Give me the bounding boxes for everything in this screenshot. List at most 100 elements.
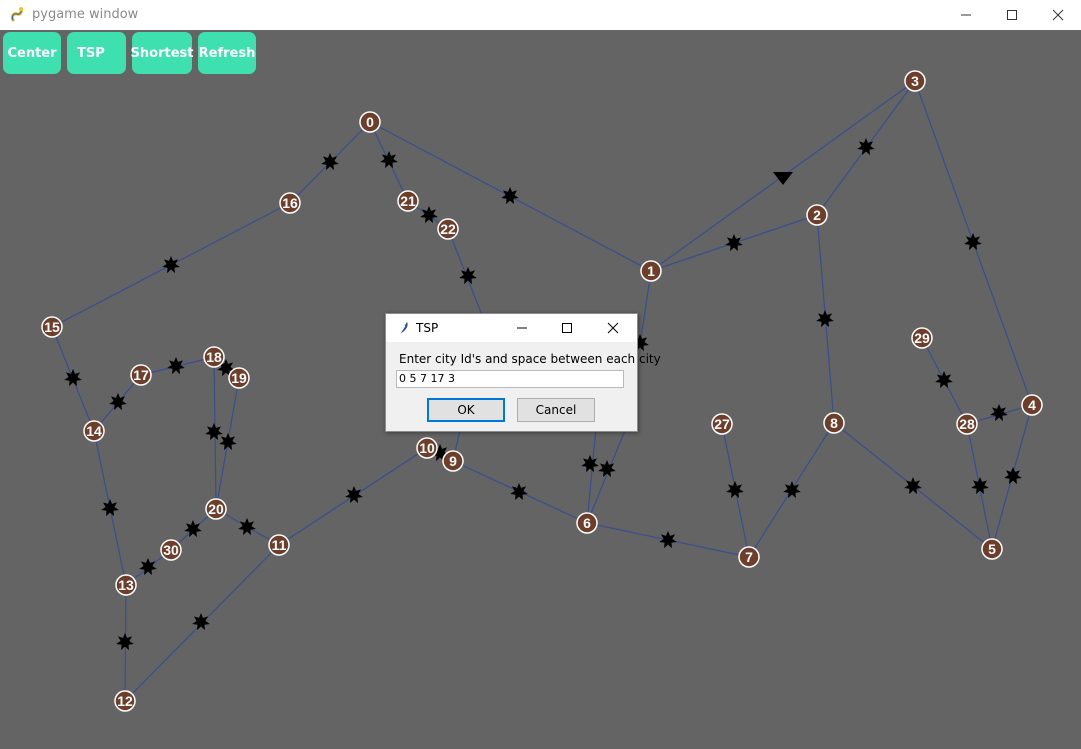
city-node-10[interactable]: 10 <box>416 437 438 459</box>
city-node-label: 22 <box>440 221 456 237</box>
city-node-label: 18 <box>206 349 222 365</box>
edge-marker <box>238 518 256 536</box>
city-node-16[interactable]: 16 <box>279 192 301 214</box>
center-button[interactable]: Center <box>3 32 61 74</box>
city-node-label: 10 <box>419 440 435 456</box>
maximize-icon <box>562 323 572 333</box>
city-node-label: 29 <box>914 330 930 346</box>
close-icon <box>607 322 619 334</box>
edge-marker <box>162 256 180 274</box>
minimize-button[interactable] <box>943 0 989 30</box>
graph-edge <box>586 427 597 524</box>
city-node-19[interactable]: 19 <box>228 367 250 389</box>
city-node-8[interactable]: 8 <box>823 412 845 434</box>
city-node-label: 21 <box>400 193 416 209</box>
city-node-label: 6 <box>583 515 591 531</box>
edge-marker <box>184 520 202 538</box>
city-node-27[interactable]: 27 <box>711 413 733 435</box>
city-node-label: 28 <box>959 416 975 432</box>
window-titlebar: pygame window <box>0 0 1081 30</box>
city-ids-input[interactable] <box>396 370 624 388</box>
city-node-label: 5 <box>988 541 996 557</box>
city-node-label: 30 <box>163 542 179 558</box>
edge-marker <box>725 234 743 252</box>
city-node-label: 0 <box>366 114 374 130</box>
city-node-label: 16 <box>282 195 298 211</box>
city-node-label: 8 <box>830 415 838 431</box>
edge-marker <box>1004 467 1022 485</box>
minimize-icon <box>517 327 527 329</box>
city-node-label: 2 <box>813 207 821 223</box>
city-node-14[interactable]: 14 <box>83 420 105 442</box>
edge-marker <box>192 613 210 631</box>
edge-marker <box>783 481 801 499</box>
edge-marker <box>101 499 119 517</box>
dialog-titlebar: TSP <box>386 314 637 342</box>
city-node-1[interactable]: 1 <box>640 260 662 282</box>
city-node-label: 27 <box>714 416 730 432</box>
ok-button[interactable]: OK <box>427 398 505 422</box>
close-button[interactable] <box>1035 0 1081 30</box>
city-node-label: 17 <box>133 367 149 383</box>
edge-marker <box>219 433 237 451</box>
city-node-label: 9 <box>449 453 457 469</box>
city-node-6[interactable]: 6 <box>576 512 598 534</box>
city-node-11[interactable]: 11 <box>268 534 290 556</box>
window-title: pygame window <box>32 7 139 22</box>
edge-marker <box>581 455 599 473</box>
edge-marker <box>659 531 677 549</box>
city-node-5[interactable]: 5 <box>981 538 1003 560</box>
graph-edge <box>639 270 652 346</box>
city-node-label: 13 <box>118 577 134 593</box>
city-node-9[interactable]: 9 <box>442 450 464 472</box>
city-node-17[interactable]: 17 <box>130 364 152 386</box>
feather-icon <box>398 322 408 336</box>
city-node-15[interactable]: 15 <box>41 316 63 338</box>
city-node-label: 19 <box>231 370 247 386</box>
dialog-close-button[interactable] <box>593 314 633 342</box>
city-node-label: 14 <box>86 423 102 439</box>
minimize-icon <box>961 14 971 16</box>
city-node-12[interactable]: 12 <box>114 690 136 712</box>
city-node-22[interactable]: 22 <box>437 218 459 240</box>
tsp-dialog: TSP Enter city Id's and space between ea… <box>385 313 661 432</box>
city-node-18[interactable]: 18 <box>203 346 225 368</box>
city-node-label: 3 <box>911 73 919 89</box>
edge-marker <box>205 423 223 441</box>
maximize-button[interactable] <box>989 0 1035 30</box>
close-icon <box>1052 9 1064 21</box>
pygame-snake-icon <box>10 7 23 22</box>
city-node-30[interactable]: 30 <box>160 539 182 561</box>
dialog-maximize-button[interactable] <box>547 314 587 342</box>
dialog-minimize-button[interactable] <box>502 314 542 342</box>
direction-arrow <box>773 172 793 185</box>
city-node-3[interactable]: 3 <box>904 70 926 92</box>
dialog-prompt: Enter city Id's and space between each c… <box>399 352 661 366</box>
edge-marker <box>935 371 953 389</box>
city-node-label: 12 <box>117 693 133 709</box>
shortest-button[interactable]: Shortest <box>131 32 193 74</box>
city-node-28[interactable]: 28 <box>956 413 978 435</box>
city-node-4[interactable]: 4 <box>1021 394 1043 416</box>
graph-edge <box>586 427 627 524</box>
city-node-label: 1 <box>647 263 655 279</box>
dialog-title: TSP <box>416 321 439 335</box>
edge-marker <box>964 233 982 251</box>
city-node-7[interactable]: 7 <box>738 546 760 568</box>
city-node-0[interactable]: 0 <box>359 111 381 133</box>
city-node-21[interactable]: 21 <box>397 190 419 212</box>
city-node-label: 20 <box>208 501 224 517</box>
edge-marker <box>816 310 834 328</box>
edge-marker <box>501 187 519 205</box>
edge-marker <box>726 481 744 499</box>
city-node-20[interactable]: 20 <box>205 498 227 520</box>
edge-marker <box>459 267 477 285</box>
city-node-29[interactable]: 29 <box>911 327 933 349</box>
cancel-button[interactable]: Cancel <box>517 398 595 422</box>
city-node-13[interactable]: 13 <box>115 574 137 596</box>
tsp-button[interactable]: TSP <box>67 32 126 74</box>
refresh-button[interactable]: Refresh <box>198 32 256 74</box>
edge-marker <box>64 369 82 387</box>
city-node-2[interactable]: 2 <box>806 204 828 226</box>
edge-marker <box>167 357 185 375</box>
